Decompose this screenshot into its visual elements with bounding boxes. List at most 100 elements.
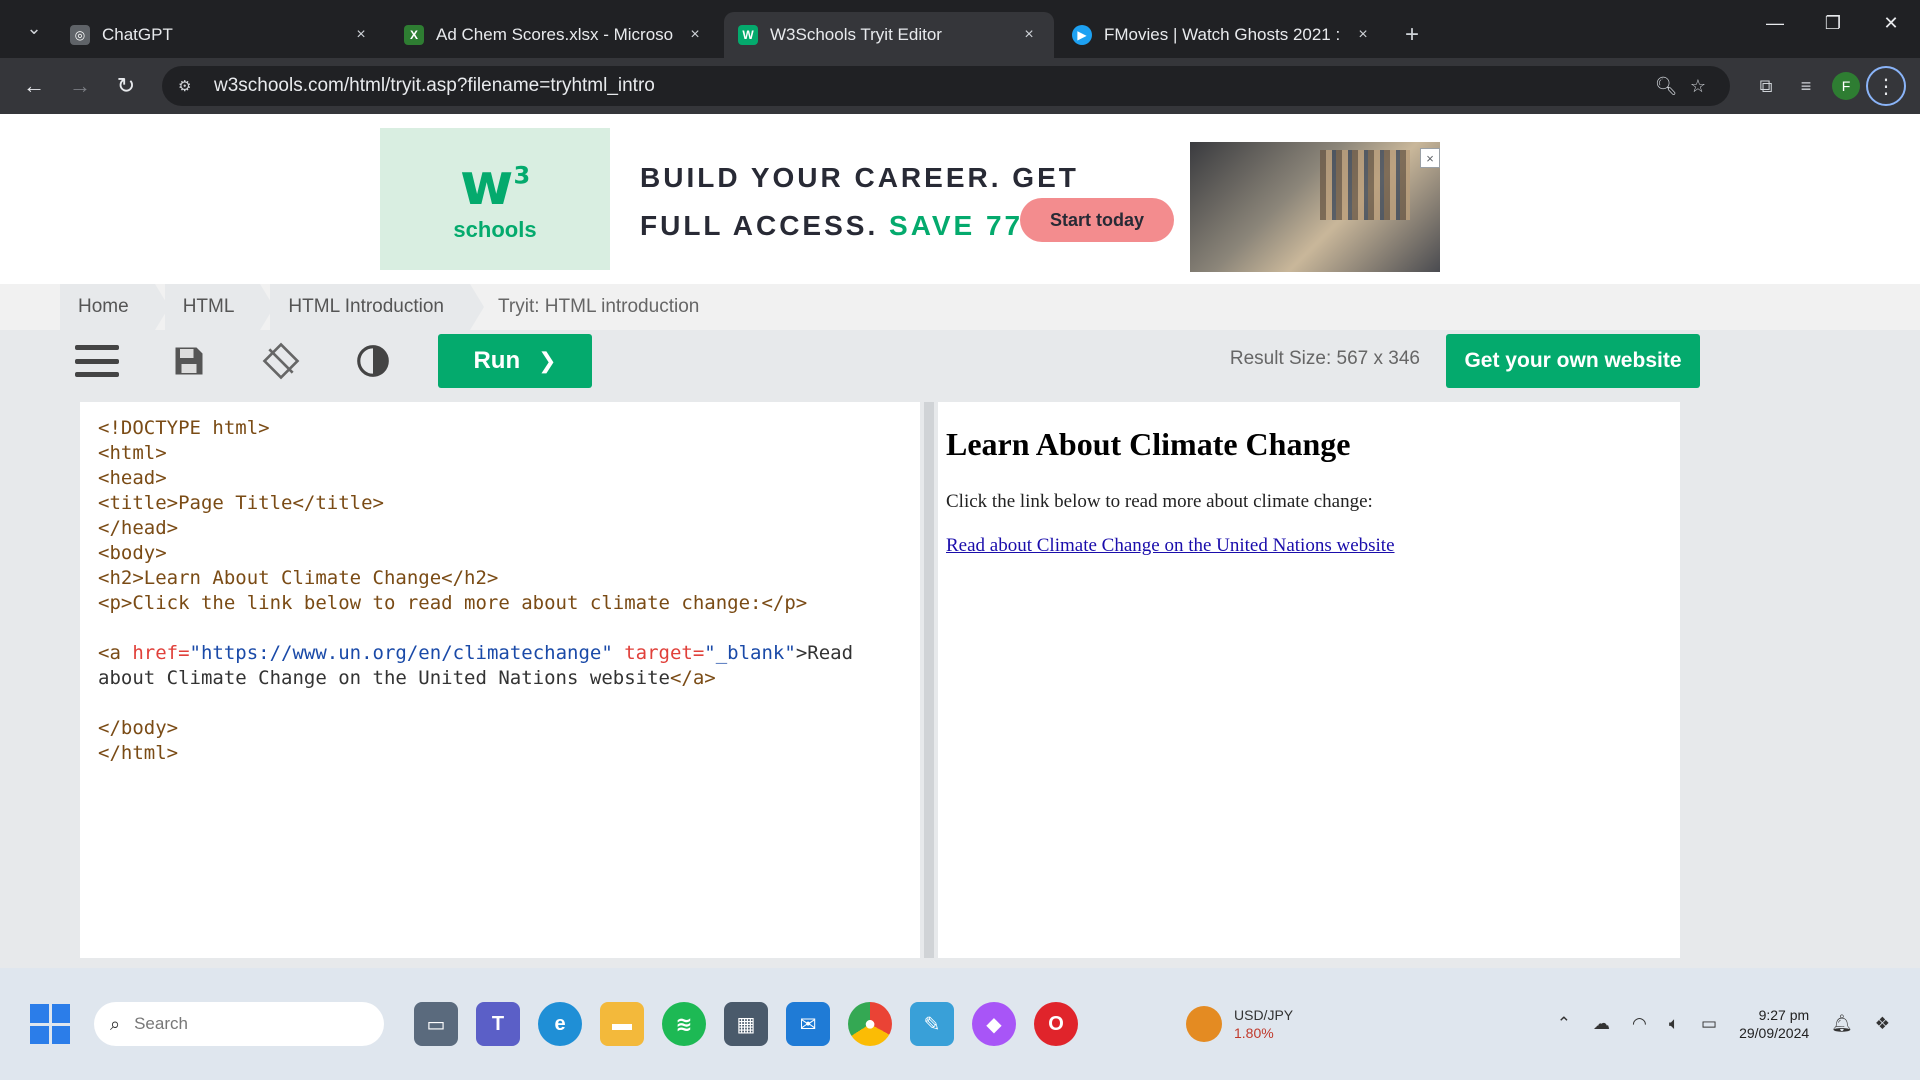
restore-icon[interactable]: ❐ [1804,0,1862,46]
result-size-text: Result Size: 567 x 346 [1229,348,1420,369]
reload-icon[interactable]: ↻ [106,66,146,106]
notification-bell-icon[interactable]: 🔔︎ [1831,1014,1853,1034]
run-button[interactable]: Run ❯ [438,334,592,388]
result-heading: Learn About Climate Change [946,426,1351,462]
bookmark-star-icon[interactable]: ☆ [1682,76,1714,97]
logo-3: 3 [513,161,531,190]
code-line[interactable]: </html> [98,741,902,766]
tab-close-icon[interactable]: × [684,26,706,44]
breadcrumb-html[interactable]: HTML [164,284,275,330]
ad-photo[interactable] [1190,142,1440,272]
tab-chatgpt[interactable]: ◎ ChatGPT × [56,12,386,58]
messenger-icon[interactable]: ◆ [972,1002,1016,1046]
profile-avatar[interactable]: F [1832,72,1860,100]
editor-panes: <!DOCTYPE html> <html> <head> <title>Page T… [0,392,1920,968]
tab-search-chevron-icon[interactable]: ⌄ [12,6,56,50]
battery-icon[interactable]: ▭ [1701,1014,1717,1034]
pane-divider-handle[interactable] [924,402,934,958]
save-icon[interactable] [162,334,216,388]
teams-icon[interactable]: T [476,1002,520,1046]
ad-close-icon[interactable]: × [1420,148,1440,168]
chevron-up-icon[interactable]: ⌃ [1557,1014,1571,1034]
code-line[interactable]: <!DOCTYPE html> [98,416,902,441]
windows-taskbar: ⌕ Search ▭ T e ▬ ≋ ▦ ✉ ● ✎ ◆ O USD/JPY 1… [0,968,1920,1080]
search-placeholder: Search [134,1014,188,1033]
tab-close-icon[interactable]: × [1352,26,1374,44]
search-icon: ⌕ [110,1013,121,1034]
code-line[interactable]: <html> [98,441,902,466]
code-line-anchor-cont[interactable]: about Climate Change on the United Natio… [98,666,902,691]
breadcrumb-html-introduction[interactable]: HTML Introduction [270,284,484,330]
stock-widget[interactable]: USD/JPY 1.80% [1186,1006,1293,1042]
tab-close-icon[interactable]: × [1018,26,1040,44]
extensions-puzzle-icon[interactable]: ⧉ [1746,66,1786,106]
zoom-icon[interactable]: 🔍︎ [1650,76,1682,97]
browser-menu-icon[interactable]: ⋮ [1866,66,1906,106]
excel-icon: X [404,25,424,45]
tab-close-icon[interactable]: × [350,26,372,44]
code-line[interactable]: <title>Page Title</title> [98,491,902,516]
new-tab-button[interactable]: + [1392,12,1432,58]
forward-arrow-icon[interactable]: → [60,66,100,106]
browser-toolbar: ← → ↻ ⚙ w3schools.com/html/tryit.asp?fil… [0,58,1920,114]
spotify-icon[interactable]: ≋ [662,1002,706,1046]
windows-start-icon[interactable] [30,1004,70,1044]
reading-list-icon[interactable]: ≡ [1786,66,1826,106]
copilot-icon[interactable]: ❖ [1875,1014,1890,1034]
breadcrumb: Home HTML HTML Introduction Tryit: HTML … [0,284,1920,330]
code-blank-line[interactable] [98,691,902,716]
opera-icon[interactable]: O [1034,1002,1078,1046]
minimize-icon[interactable]: — [1746,0,1804,46]
back-arrow-icon[interactable]: ← [14,66,54,106]
breadcrumb-home[interactable]: Home [60,284,169,330]
code-line[interactable]: </body> [98,716,902,741]
chevron-right-icon: ❯ [538,348,557,373]
system-tray: ⌃ ☁ ◠ 🔈︎ ▭ 9:27 pm 29/09/2024 🔔︎ ❖ [1557,1006,1890,1042]
dark-mode-toggle-icon[interactable] [346,334,400,388]
play-icon: ▶ [1072,25,1092,45]
edge-icon[interactable]: e [538,1002,582,1046]
start-today-button[interactable]: Start today [1020,198,1174,242]
browser-tab-strip: ⌄ ◎ ChatGPT × X Ad Chem Scores.xlsx - Mi… [0,0,1920,58]
tab-fmovies[interactable]: ▶ FMovies | Watch Ghosts 2021 : × [1058,12,1388,58]
taskbar-clock[interactable]: 9:27 pm 29/09/2024 [1739,1006,1809,1042]
close-window-icon[interactable]: ✕ [1862,0,1920,46]
tab-excel[interactable]: X Ad Chem Scores.xlsx - Microso × [390,12,720,58]
w3schools-logo: w3 schools [380,128,610,270]
notepad-icon[interactable]: ✎ [910,1002,954,1046]
clock-date: 29/09/2024 [1739,1025,1810,1041]
ad-banner[interactable]: w3 schools BUILD YOUR CAREER. GET FULL A… [0,114,1920,284]
code-editor[interactable]: <!DOCTYPE html> <html> <head> <title>Page T… [80,402,920,958]
store-icon[interactable]: ▦ [724,1002,768,1046]
tab-title: Ad Chem Scores.xlsx - Microso [436,25,674,44]
code-line[interactable]: <head> [98,466,902,491]
url-text[interactable]: w3schools.com/html/tryit.asp?filename=tr… [214,75,1650,97]
tab-w3schools[interactable]: W W3Schools Tryit Editor × [724,12,1054,58]
ad-headline-line-2: FULL ACCESS. [640,210,879,241]
address-bar[interactable]: ⚙ w3schools.com/html/tryit.asp?filename=… [162,66,1730,106]
code-line[interactable]: <h2>Learn About Climate Change</h2> [98,566,902,591]
code-line[interactable]: </head> [98,516,902,541]
openai-icon: ◎ [70,25,90,45]
site-info-icon[interactable]: ⚙ [178,77,202,95]
logo-schools: schools [453,217,537,242]
get-your-own-website-button[interactable]: Get your own website [1446,334,1700,388]
window-controls: — ❐ ✕ [1746,0,1920,46]
result-un-climate-link[interactable]: Read about Climate Change on the United … [946,535,1395,556]
tab-title: FMovies | Watch Ghosts 2021 : [1104,25,1341,44]
file-explorer-icon[interactable]: ▬ [600,1002,644,1046]
ad-headline-line-1: BUILD YOUR CAREER. GET [640,162,1079,193]
volume-icon[interactable]: 🔈︎ [1669,1014,1679,1034]
cloud-icon[interactable]: ☁ [1593,1014,1610,1034]
wifi-icon[interactable]: ◠ [1632,1014,1647,1034]
code-line[interactable]: <p>Click the link below to read more abo… [98,591,902,616]
code-line[interactable]: <body> [98,541,902,566]
task-view-icon[interactable]: ▭ [414,1002,458,1046]
code-line-anchor[interactable]: <a href="https://www.un.org/en/climatech… [98,641,902,666]
chrome-icon[interactable]: ● [848,1002,892,1046]
menu-hamburger-icon[interactable] [70,334,124,388]
mail-icon[interactable]: ✉ [786,1002,830,1046]
taskbar-search-input[interactable]: ⌕ Search [94,1002,384,1046]
code-blank-line[interactable] [98,616,902,641]
rotate-layout-icon[interactable] [254,334,308,388]
